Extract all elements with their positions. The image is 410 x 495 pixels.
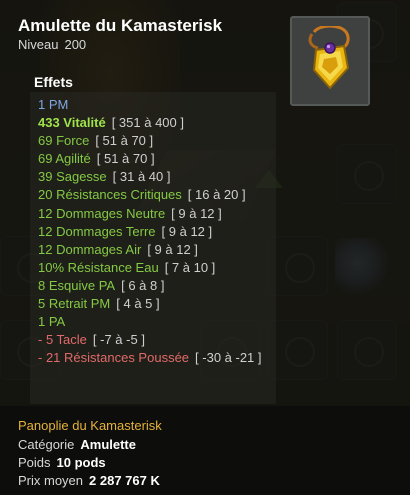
price-row: Prix moyen 2 287 767 K [18,473,160,488]
effect-range: [ -7 à -5 ] [92,332,145,348]
price-label: Prix moyen [18,473,84,488]
effect-range: [ -30 à -21 ] [195,350,262,366]
weight-label: Poids [18,455,51,470]
effect-text: 433 Vitalité [38,115,106,131]
effect-line: 10% Résistance Eau [ 7 à 10 ] [38,259,278,277]
item-level-label: Niveau [18,37,59,52]
effect-range: [ 4 à 5 ] [116,296,160,312]
effect-range: [ 351 à 400 ] [111,115,184,131]
effect-range: [ 9 à 12 ] [171,205,222,221]
effect-line: 1 PM [38,96,278,114]
effect-text: 8 Esquive PA [38,277,116,293]
effect-range: [ 31 à 40 ] [112,169,171,185]
effects-list: 1 PM 433 Vitalité [ 351 à 400 ] 69 Force [ 5… [38,96,278,367]
effect-text: 69 Agilité [38,151,91,167]
price-value: 2 287 767 K [89,473,160,488]
effect-range: [ 7 à 10 ] [164,259,216,275]
item-level: Niveau 200 [18,37,86,52]
set-name-link[interactable]: Panoplie du Kamasterisk [18,418,162,433]
weight-value: 10 pods [56,455,106,470]
item-image-frame [290,16,370,106]
effect-line: 20 Résistances Critiques [ 16 à 20 ] [38,186,278,204]
category-row: Catégorie Amulette [18,437,136,452]
effect-range: [ 6 à 8 ] [121,277,165,293]
item-tooltip: Amulette du Kamasterisk Niveau 200 Effets… [0,0,410,495]
effect-text: - 5 Tacle [38,332,87,348]
effect-text: 1 PA [38,314,66,330]
effect-line: 1 PA [38,313,278,331]
weight-row: Poids 10 pods [18,455,106,470]
effects-heading: Effets [34,74,73,90]
effect-text: 39 Sagesse [38,169,107,185]
effect-text: 20 Résistances Critiques [38,187,182,203]
effect-range: [ 9 à 12 ] [147,241,198,257]
effect-text: - 21 Résistances Poussée [38,350,190,366]
effect-text: 10% Résistance Eau [38,259,159,275]
effect-line: - 5 Tacle [ -7 à -5 ] [38,331,278,349]
effect-text: 12 Dommages Neutre [38,205,166,221]
effect-line: 8 Esquive PA [ 6 à 8 ] [38,277,278,295]
effect-line: 12 Dommages Air [ 9 à 12 ] [38,241,278,259]
effect-line: 5 Retrait PM [ 4 à 5 ] [38,295,278,313]
amulet-item-icon [308,26,350,90]
effect-range: [ 51 à 70 ] [96,151,155,167]
effect-line: 69 Agilité [ 51 à 70 ] [38,150,278,168]
effect-text: 1 PM [38,97,69,112]
category-label: Catégorie [18,437,75,452]
category-value: Amulette [80,437,136,452]
effect-line: 39 Sagesse [ 31 à 40 ] [38,168,278,186]
effect-line: 12 Dommages Neutre [ 9 à 12 ] [38,205,278,223]
effect-range: [ 16 à 20 ] [187,187,246,203]
effect-line: 69 Force [ 51 à 70 ] [38,132,278,150]
effect-line: 12 Dommages Terre [ 9 à 12 ] [38,223,278,241]
item-name: Amulette du Kamasterisk [18,16,223,35]
effect-text: 5 Retrait PM [38,296,111,312]
item-level-value: 200 [64,37,87,52]
effect-text: 12 Dommages Air [38,241,142,257]
effect-line: 433 Vitalité [ 351 à 400 ] [38,114,278,132]
effect-text: 12 Dommages Terre [38,223,156,239]
effect-line: - 21 Résistances Poussée [ -30 à -21 ] [38,349,278,367]
effect-range: [ 9 à 12 ] [161,223,213,239]
effect-range: [ 51 à 70 ] [95,133,154,149]
effect-text: 69 Force [38,133,90,149]
